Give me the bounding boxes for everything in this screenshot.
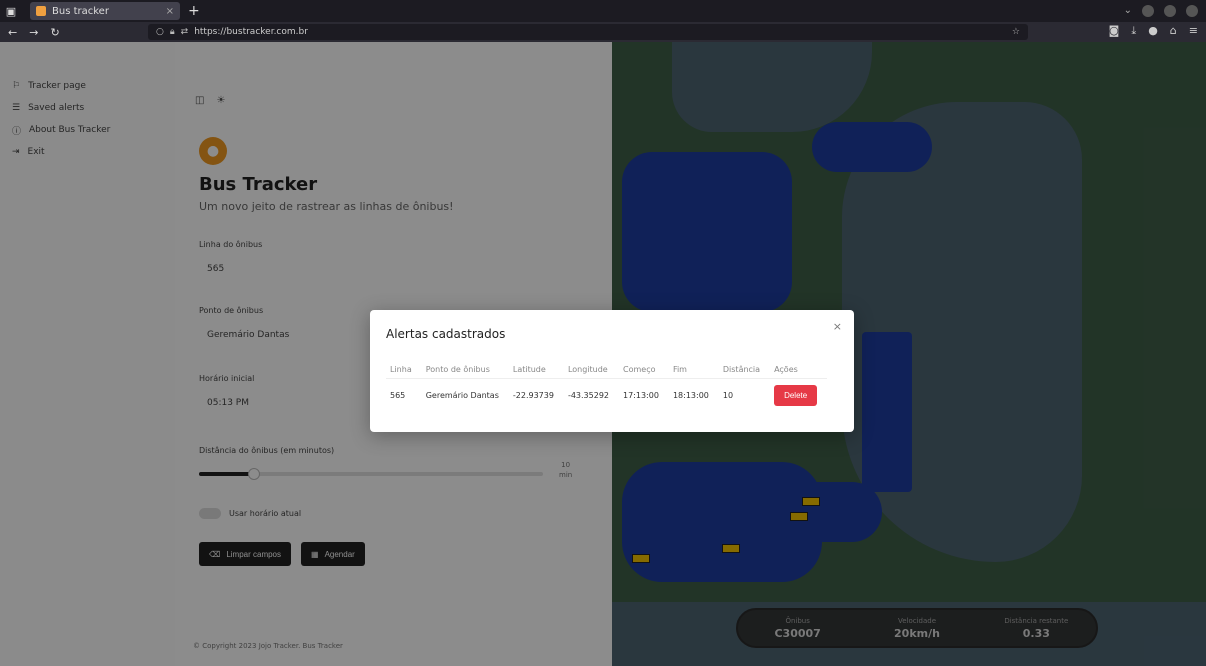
account-icon[interactable]: ● bbox=[1148, 24, 1158, 38]
new-tab-button[interactable]: + bbox=[188, 3, 200, 19]
alerts-modal: Alertas cadastrados × Linha Ponto de ôni… bbox=[370, 310, 854, 432]
favicon-icon bbox=[36, 6, 46, 16]
column-header: Fim bbox=[672, 365, 687, 375]
cell-linha: 565 bbox=[386, 377, 422, 412]
pocket-icon[interactable]: ◙ bbox=[1109, 24, 1120, 38]
column-header: Começo bbox=[623, 365, 656, 375]
bookmark-star-icon[interactable]: ☆ bbox=[1012, 27, 1020, 37]
forward-icon[interactable]: → bbox=[29, 26, 38, 39]
cell-comeco: 17:13:00 bbox=[619, 377, 669, 412]
tab-title: Bus tracker bbox=[52, 5, 109, 17]
column-header: Ações bbox=[774, 365, 798, 375]
cell-distancia: 10 bbox=[718, 377, 771, 412]
cell-ponto: Geremário Dantas bbox=[421, 377, 509, 412]
download-icon[interactable]: ⤓ bbox=[1131, 24, 1136, 38]
cell-actions: Delete bbox=[770, 377, 828, 412]
extensions-icon[interactable]: ⌂ bbox=[1170, 24, 1177, 38]
modal-title: Alertas cadastrados bbox=[386, 327, 506, 341]
url-text[interactable]: https://bustracker.com.br bbox=[194, 27, 308, 37]
maximize-button[interactable] bbox=[1164, 5, 1176, 17]
lock-icon: 🔒︎ bbox=[169, 27, 175, 37]
nav-bar: ← → ↻ ○ 🔒︎ ⇄ https://bustracker.com.br ☆… bbox=[0, 22, 1206, 42]
cell-latitude: -22.93739 bbox=[508, 377, 564, 412]
minimize-button[interactable] bbox=[1142, 5, 1154, 17]
alerts-table: Linha Ponto de ônibus Latitude Longitude… bbox=[386, 362, 828, 412]
column-header: Linha bbox=[390, 365, 412, 375]
browser-tab[interactable]: Bus tracker × bbox=[30, 2, 180, 20]
close-window-button[interactable] bbox=[1186, 5, 1198, 17]
permissions-icon[interactable]: ⇄ bbox=[181, 27, 189, 37]
url-bar[interactable]: ○ 🔒︎ ⇄ https://bustracker.com.br ☆ bbox=[148, 24, 1028, 40]
table-row: 565 Geremário Dantas -22.93739 -43.35292… bbox=[386, 377, 828, 412]
table-header-row: Linha Ponto de ônibus Latitude Longitude… bbox=[386, 362, 827, 378]
shield-icon[interactable]: ○ bbox=[156, 27, 164, 37]
tab-bar: ▣ Bus tracker × + ⌄ bbox=[0, 0, 1206, 22]
delete-button[interactable]: Delete bbox=[774, 384, 818, 406]
tab-list-icon[interactable]: ⌄ bbox=[1124, 5, 1132, 17]
cell-longitude: -43.35292 bbox=[563, 377, 619, 412]
column-header: Longitude bbox=[567, 365, 608, 375]
column-header: Latitude bbox=[512, 365, 546, 375]
reload-icon[interactable]: ↻ bbox=[50, 26, 59, 39]
cell-fim: 18:13:00 bbox=[668, 377, 719, 412]
close-icon[interactable]: × bbox=[833, 320, 842, 333]
browser-window: ▣ Bus tracker × + ⌄ ← → ↻ ○ 🔒︎ ⇄ https:/… bbox=[0, 0, 1206, 666]
back-icon[interactable]: ← bbox=[8, 26, 17, 39]
tab-close-icon[interactable]: × bbox=[166, 6, 174, 17]
menu-icon[interactable]: ≡ bbox=[1189, 24, 1198, 38]
app-menu-icon[interactable]: ▣ bbox=[0, 0, 22, 22]
column-header: Ponto de ônibus bbox=[425, 365, 490, 375]
column-header: Distância bbox=[722, 365, 761, 375]
